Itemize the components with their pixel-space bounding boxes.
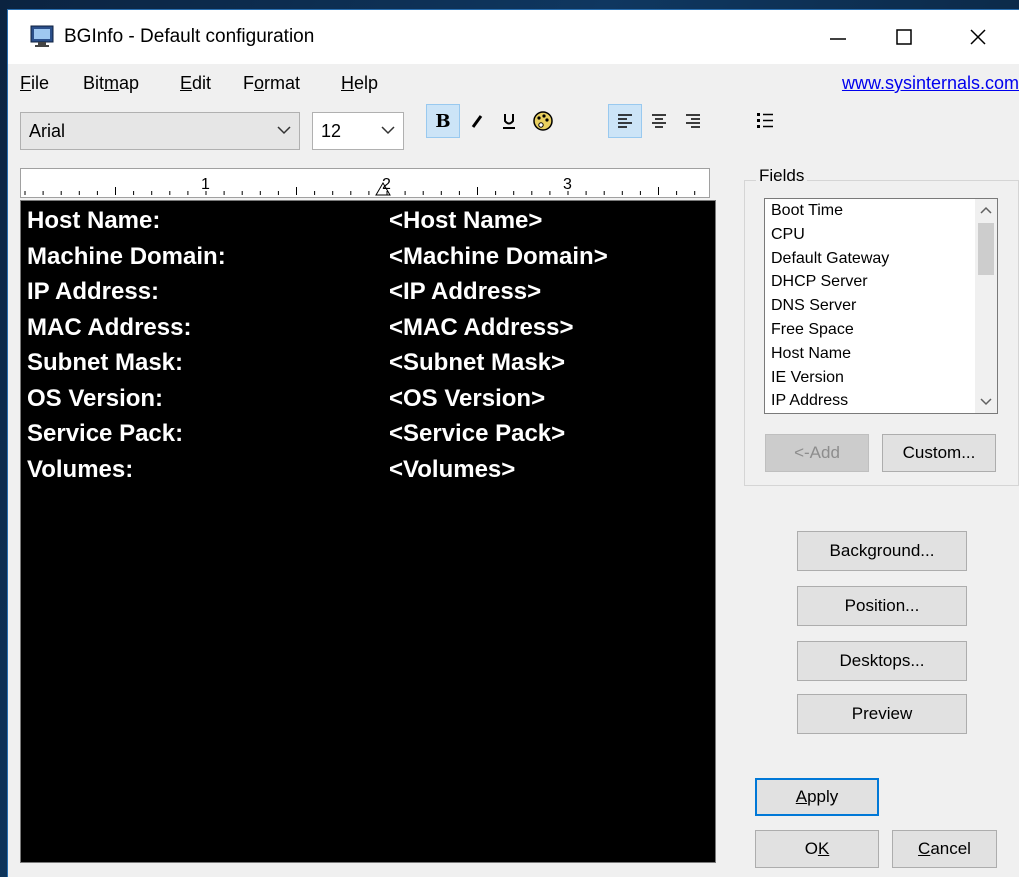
background-button[interactable]: Background... (797, 531, 967, 571)
field-label: IP Address: (27, 278, 160, 305)
add-field-button[interactable]: <-Add (765, 434, 869, 472)
italic-icon (471, 115, 483, 128)
list-item[interactable]: Default Gateway (771, 250, 889, 268)
bginfo-window: BGInfo - Default configuration File Bitm… (8, 10, 1019, 877)
align-center-icon (652, 114, 666, 128)
fields-scrollbar[interactable] (975, 199, 997, 413)
sysinternals-link[interactable]: www.sysinternals.com (842, 73, 1019, 94)
bold-icon: B (435, 110, 451, 132)
close-button[interactable] (945, 10, 1011, 64)
apply-button[interactable]: Apply (755, 778, 879, 816)
list-item[interactable]: DHCP Server (771, 273, 868, 291)
list-item[interactable]: Host Name (771, 345, 851, 363)
bullet-list-icon (757, 113, 773, 128)
list-item[interactable]: CPU (771, 226, 805, 244)
editor-line: Subnet Mask: <Subnet Mask> (27, 349, 707, 383)
align-left-icon (618, 114, 632, 128)
field-label: Subnet Mask: (27, 349, 184, 376)
close-icon (970, 29, 986, 45)
fields-listbox[interactable]: Boot Time CPU Default Gateway DHCP Server DN… (764, 198, 998, 414)
align-right-button[interactable] (676, 104, 710, 138)
field-token: <Subnet Mask> (389, 349, 566, 376)
font-combo[interactable]: Arial (20, 112, 300, 150)
minimize-button[interactable] (805, 10, 871, 64)
field-label: Machine Domain: (27, 242, 226, 270)
palette-icon (533, 111, 553, 131)
align-left-button[interactable] (608, 104, 642, 138)
custom-field-button[interactable]: Custom... (882, 434, 996, 472)
title-bar[interactable]: BGInfo - Default configuration (8, 10, 1019, 64)
field-label: Service Pack: (27, 420, 184, 447)
field-token: <IP Address> (389, 278, 542, 305)
menu-edit[interactable]: Edit (180, 73, 211, 94)
menu-help[interactable]: Help (341, 73, 378, 94)
chevron-down-icon (277, 126, 291, 135)
align-center-button[interactable] (642, 104, 676, 138)
ruler-number: 1 (201, 176, 210, 193)
ruler[interactable]: 123 (20, 168, 710, 198)
field-label: Host Name: (27, 207, 161, 234)
menu-bar: File Bitmap Edit Format Help www.sysinte… (8, 64, 1019, 104)
size-value: 12 (321, 121, 342, 141)
maximize-button[interactable] (871, 10, 937, 64)
menu-bitmap[interactable]: Bitmap (83, 73, 139, 94)
field-label: Volumes: (27, 455, 134, 483)
bullets-button[interactable] (748, 104, 782, 138)
maximize-icon (896, 29, 912, 45)
editor-line: OS Version: <OS Version> (27, 385, 707, 419)
list-item[interactable]: IP Address (771, 392, 848, 410)
menu-format[interactable]: Format (243, 73, 300, 94)
field-token: <Service Pack> (389, 420, 566, 447)
cancel-button[interactable]: Cancel (892, 830, 997, 868)
align-right-icon (686, 114, 700, 128)
field-label: OS Version: (27, 384, 164, 412)
editor-line: IP Address: <IP Address> (27, 278, 707, 312)
app-monitor-icon (30, 25, 54, 47)
chevron-down-icon (381, 126, 395, 135)
editor-line: Machine Domain: <Machine Domain> (27, 243, 707, 277)
preview-button[interactable]: Preview (797, 694, 967, 734)
scroll-thumb[interactable] (978, 223, 994, 275)
text-editor[interactable]: Host Name: <Host Name> Machine Domain: <Mac… (20, 200, 716, 863)
list-item[interactable]: DNS Server (771, 297, 856, 315)
format-toolbar: Arial 12 B (8, 104, 1019, 160)
field-token: <Machine Domain> (389, 242, 608, 270)
ok-button[interactable]: OK (755, 830, 879, 868)
editor-line: Volumes: <Volumes> (27, 456, 707, 490)
ruler-ticks: 123 (24, 176, 696, 196)
underline-button[interactable] (492, 104, 526, 138)
position-button[interactable]: Position... (797, 586, 967, 626)
field-token: <OS Version> (389, 384, 546, 412)
font-color-button[interactable] (526, 104, 560, 138)
list-item[interactable]: Free Space (771, 321, 854, 339)
field-token: <Host Name> (389, 207, 543, 234)
field-token: <Volumes> (389, 455, 516, 483)
bold-button[interactable]: B (426, 104, 460, 138)
list-item[interactable]: IE Version (771, 369, 844, 387)
fields-legend: Fields (756, 166, 808, 186)
size-combo[interactable]: 12 (312, 112, 404, 150)
menu-file[interactable]: File (20, 73, 49, 94)
italic-button[interactable] (460, 104, 494, 138)
ruler-number: 3 (563, 176, 572, 193)
list-item[interactable]: Boot Time (771, 202, 843, 220)
font-value: Arial (29, 121, 66, 141)
editor-line: Host Name: <Host Name> (27, 207, 707, 241)
window-title: BGInfo - Default configuration (64, 26, 315, 47)
scroll-up-icon[interactable] (975, 199, 997, 221)
field-token: <MAC Address> (389, 313, 574, 341)
editor-line: Service Pack: <Service Pack> (27, 420, 707, 454)
desktops-button[interactable]: Desktops... (797, 641, 967, 681)
scroll-down-icon[interactable] (975, 391, 997, 413)
editor-line: MAC Address: <MAC Address> (27, 314, 707, 348)
underline-icon (503, 114, 515, 129)
field-label: MAC Address: (27, 313, 192, 341)
minimize-icon (830, 38, 846, 40)
